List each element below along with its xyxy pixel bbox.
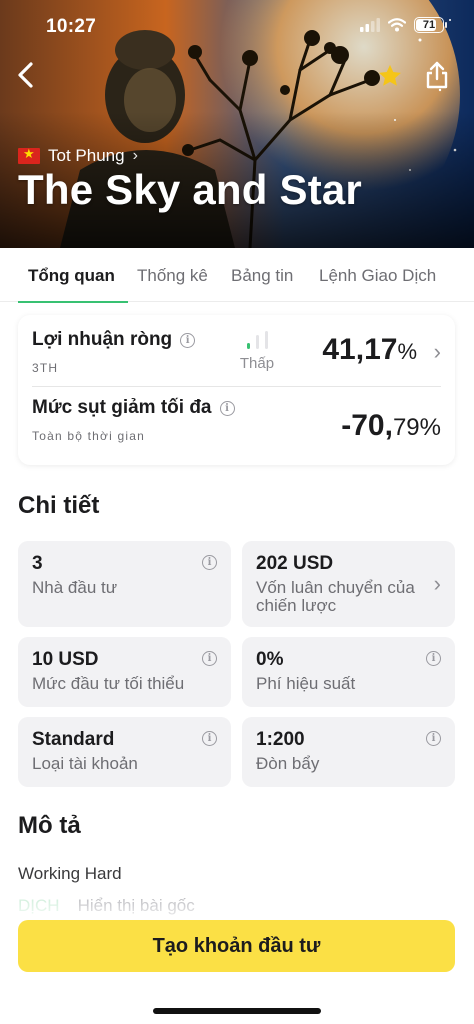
owner-name: Tot Phung xyxy=(48,146,125,165)
max-drawdown-decimal: 79% xyxy=(392,414,441,441)
tile-label: Nhà đầu tư xyxy=(32,578,118,597)
status-bar: 10:27 71 xyxy=(0,0,474,52)
chevron-right-icon: › xyxy=(132,147,138,164)
status-time: 10:27 xyxy=(46,16,97,37)
detail-tile-min-investment[interactable]: 10 USD Mức đầu tư tối thiểu i xyxy=(18,637,231,707)
translate-row: DỊCH Hiển thị bài gốc xyxy=(18,896,195,916)
tile-value: 1:200 xyxy=(256,729,305,750)
chevron-right-icon: › xyxy=(433,571,441,596)
tile-label: Vốn luân chuyển của chiến lược xyxy=(256,578,415,615)
info-icon[interactable]: i xyxy=(219,400,235,416)
tab-statistics[interactable]: Thống kê xyxy=(137,248,208,302)
info-icon[interactable]: i xyxy=(202,651,217,666)
detail-tile-account-type[interactable]: Standard Loại tài khoản i xyxy=(18,717,231,787)
detail-tile-strategy-capital[interactable]: 202 USD Vốn luân chuyển của chiến lược › xyxy=(242,541,455,627)
translate-link[interactable]: DỊCH xyxy=(18,896,60,916)
tile-label: Đòn bẩy xyxy=(256,754,320,773)
info-icon[interactable]: i xyxy=(202,731,217,746)
details-heading: Chi tiết xyxy=(18,492,100,519)
vn-flag-icon xyxy=(18,146,40,164)
net-profit-label: Lợi nhuận ròng xyxy=(32,329,173,350)
tile-value: Standard xyxy=(32,729,115,750)
create-investment-button[interactable]: Tạo khoản đầu tư xyxy=(18,920,455,972)
max-drawdown-row: Mức sụt giảm tối đa i Toàn bộ thời gian … xyxy=(32,393,441,455)
signal-icon xyxy=(360,18,380,32)
back-button[interactable] xyxy=(10,58,40,92)
info-icon[interactable]: i xyxy=(202,555,217,570)
strategy-title: The Sky and Star xyxy=(18,166,362,213)
performance-summary-card: Lợi nhuận ròng i 3TH Thấp 41,17% › Mức s… xyxy=(18,315,455,465)
status-icons: 71 xyxy=(360,17,447,33)
tab-trading-orders[interactable]: Lệnh Giao Dịch xyxy=(319,248,436,302)
risk-indicator: Thấp xyxy=(234,331,280,372)
share-button[interactable] xyxy=(424,60,452,90)
tab-feed[interactable]: Bảng tin xyxy=(231,248,293,302)
detail-tile-leverage[interactable]: 1:200 Đòn bẩy i xyxy=(242,717,455,787)
tile-label: Mức đầu tư tối thiểu xyxy=(32,674,185,693)
net-profit-unit: % xyxy=(397,339,417,364)
risk-bars-icon xyxy=(234,331,280,349)
tile-value: 202 USD xyxy=(256,553,334,574)
info-icon[interactable]: i xyxy=(180,332,196,348)
tile-label: Loại tài khoản xyxy=(32,754,138,773)
home-indicator xyxy=(153,1008,321,1014)
battery-level: 71 xyxy=(422,19,436,31)
net-profit-row[interactable]: Lợi nhuận ròng i 3TH Thấp 41,17% › xyxy=(32,325,441,387)
description-heading: Mô tả xyxy=(18,812,81,839)
tile-label: Phí hiệu suất xyxy=(256,674,356,693)
risk-label: Thấp xyxy=(239,355,275,372)
description-text: Working Hard xyxy=(18,864,122,883)
detail-tile-investors[interactable]: 3 Nhà đầu tư i xyxy=(18,541,231,627)
tile-value: 10 USD xyxy=(32,649,99,670)
max-drawdown-number: -70, xyxy=(341,409,393,442)
star-icon xyxy=(379,64,401,86)
strategy-owner-link[interactable]: Tot Phung › xyxy=(18,146,138,166)
share-icon xyxy=(426,61,448,89)
tab-overview[interactable]: Tổng quan xyxy=(18,248,128,303)
show-original-link[interactable]: Hiển thị bài gốc xyxy=(78,896,195,916)
tile-value: 0% xyxy=(256,649,284,670)
tab-bar: Tổng quan Thống kê Bảng tin Lệnh Giao Dị… xyxy=(0,248,474,303)
back-arrow-icon xyxy=(18,62,33,88)
max-drawdown-label: Mức sụt giảm tối đa xyxy=(32,397,212,418)
info-icon[interactable]: i xyxy=(426,651,441,666)
info-icon[interactable]: i xyxy=(426,731,441,746)
net-profit-number: 41,17 xyxy=(322,333,398,366)
wifi-icon xyxy=(388,18,406,32)
chevron-right-icon: › xyxy=(433,339,441,364)
strategy-hero-banner: 10:27 71 ★ Tot Phung › The Sky and Star xyxy=(0,0,474,248)
detail-tile-performance-fee[interactable]: 0% Phí hiệu suất i xyxy=(242,637,455,707)
battery-icon: 71 xyxy=(414,17,447,33)
favorite-button[interactable] xyxy=(376,62,404,90)
tile-value: 3 xyxy=(32,553,43,574)
net-profit-value: 41,17% xyxy=(322,333,417,367)
max-drawdown-value: -70,79% xyxy=(341,409,441,443)
